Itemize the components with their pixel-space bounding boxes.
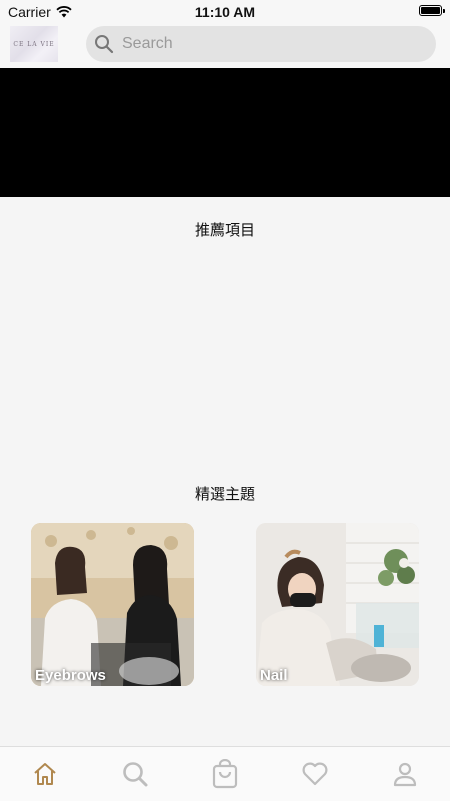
eyebrows-photo bbox=[31, 523, 194, 686]
tab-profile[interactable] bbox=[385, 757, 425, 791]
shopping-bag-icon bbox=[212, 759, 238, 789]
topic-card-eyebrows[interactable]: Eyebrows bbox=[31, 523, 194, 686]
status-time: 11:10 AM bbox=[194, 4, 256, 20]
recommended-section-title: 推薦項目 bbox=[194, 222, 255, 239]
logo-text: CE LA VIE bbox=[13, 40, 55, 48]
search-input[interactable] bbox=[120, 34, 414, 54]
nail-photo bbox=[256, 523, 419, 686]
brand-logo[interactable]: CE LA VIE bbox=[10, 26, 58, 62]
search-icon bbox=[95, 35, 114, 54]
hero-banner[interactable] bbox=[0, 68, 450, 197]
tab-search[interactable] bbox=[115, 757, 155, 791]
search-bar[interactable] bbox=[86, 26, 436, 62]
heart-icon bbox=[302, 762, 328, 786]
battery-icon bbox=[419, 5, 445, 16]
profile-icon bbox=[393, 762, 417, 787]
tab-favorites[interactable] bbox=[295, 757, 335, 791]
tab-home[interactable] bbox=[25, 757, 65, 791]
tab-bar bbox=[0, 746, 450, 801]
topic-label-eyebrows: Eyebrows bbox=[35, 667, 106, 684]
featured-section-title: 精選主題 bbox=[194, 486, 255, 503]
status-bar: Carrier 11:10 AM bbox=[0, 0, 450, 22]
topic-label-nail: Nail bbox=[260, 667, 288, 684]
header: CE LA VIE bbox=[0, 22, 450, 69]
home-icon bbox=[34, 763, 56, 785]
tab-shop[interactable] bbox=[205, 757, 245, 791]
search-icon bbox=[123, 762, 148, 787]
topic-card-nail[interactable]: Nail bbox=[256, 523, 419, 686]
